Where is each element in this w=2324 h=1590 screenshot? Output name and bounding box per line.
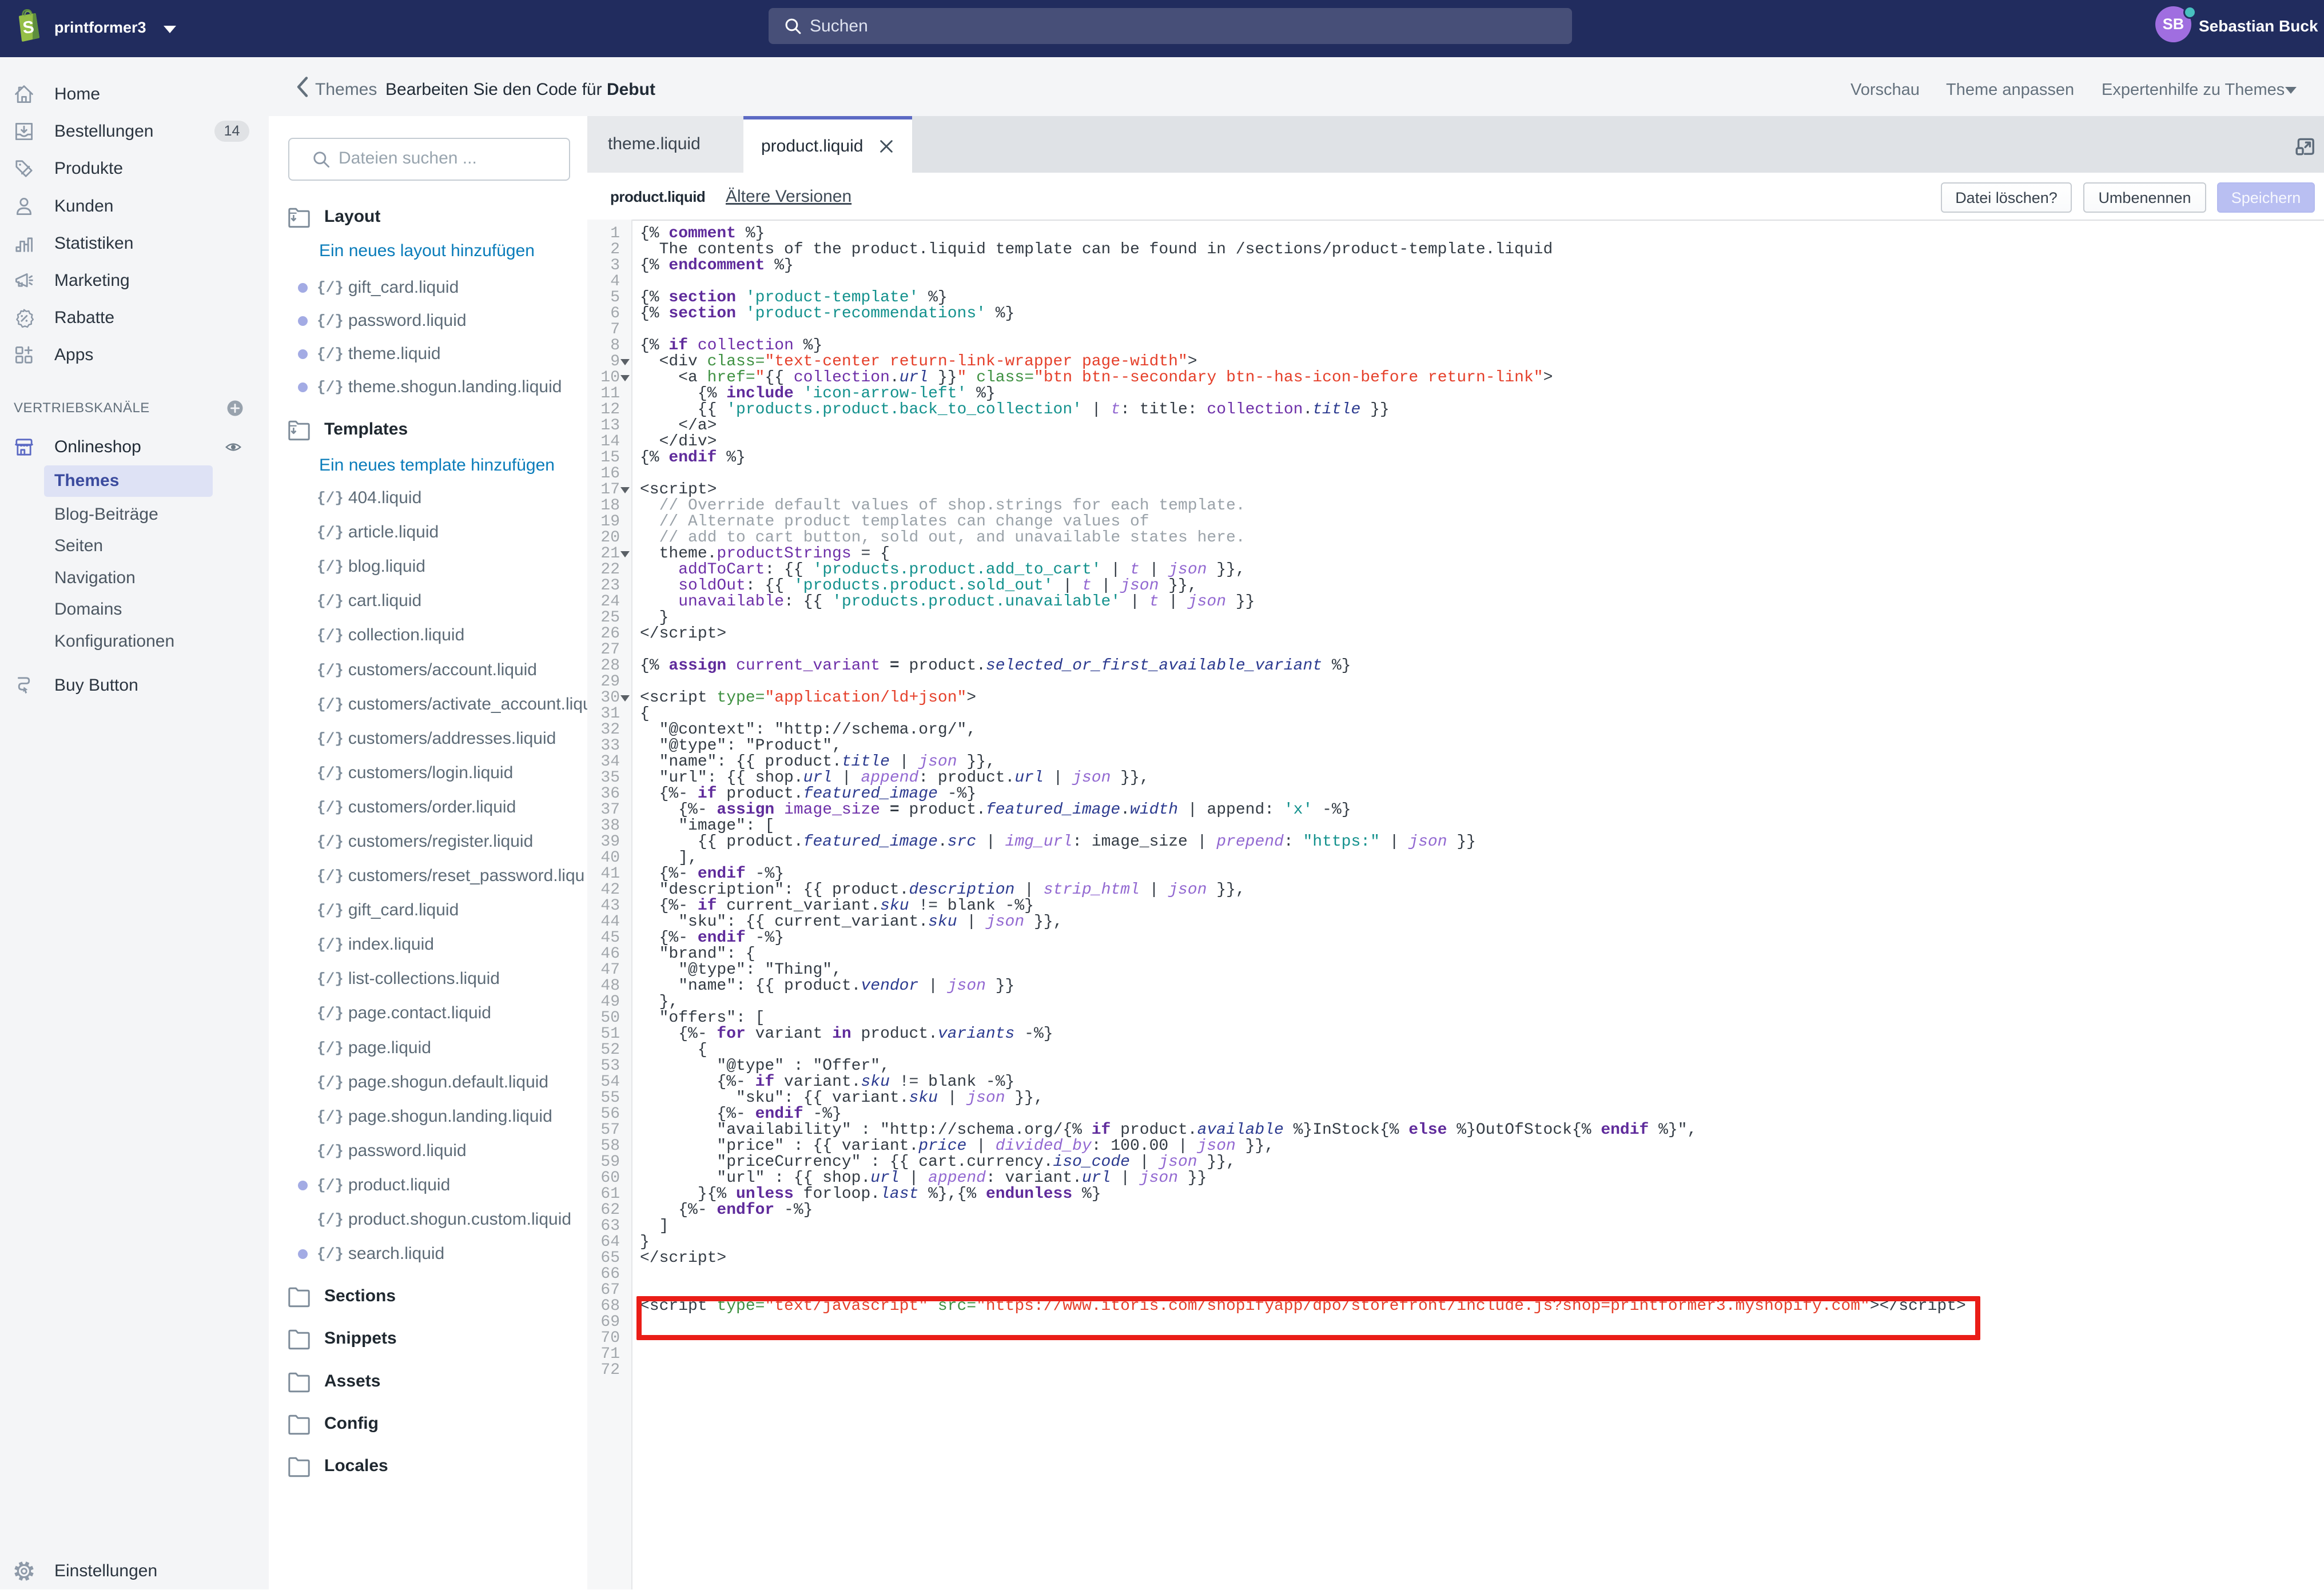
- svg-text:S: S: [22, 18, 35, 38]
